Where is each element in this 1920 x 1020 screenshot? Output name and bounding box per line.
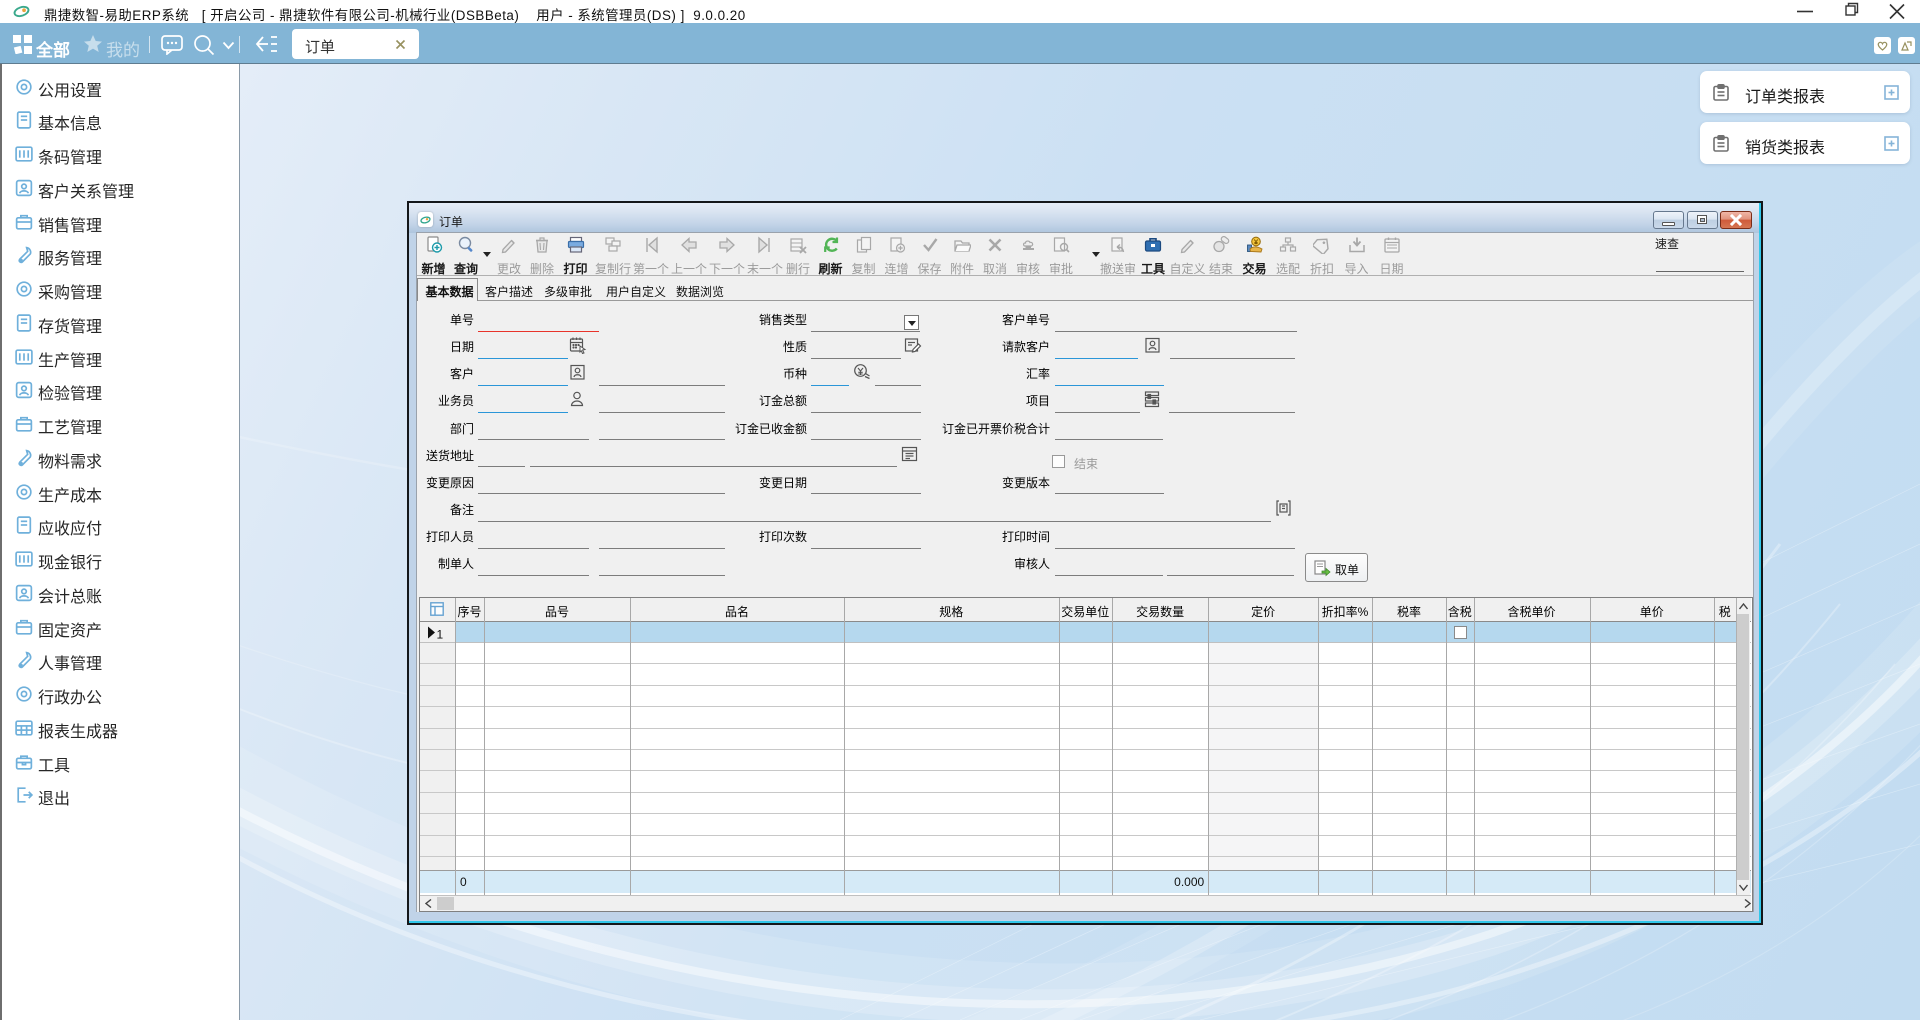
svg-text:1: 1 xyxy=(437,627,444,640)
